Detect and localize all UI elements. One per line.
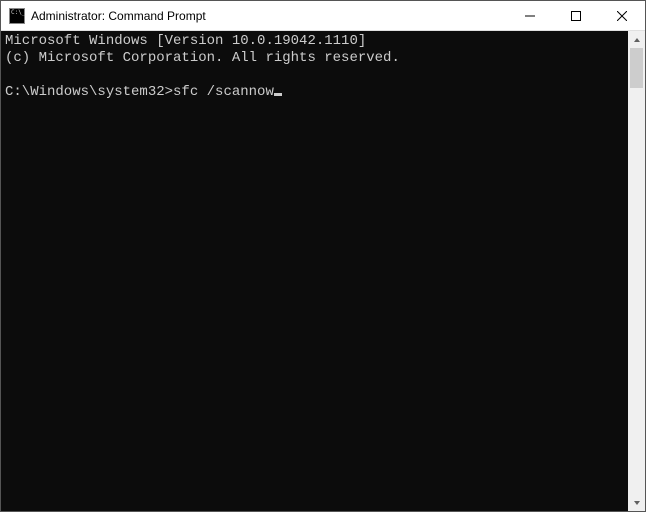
scroll-up-button[interactable] bbox=[628, 31, 645, 48]
close-icon bbox=[617, 11, 627, 21]
terminal-output[interactable]: Microsoft Windows [Version 10.0.19042.11… bbox=[1, 31, 628, 511]
titlebar[interactable]: Administrator: Command Prompt bbox=[1, 1, 645, 31]
scrollbar-track[interactable] bbox=[628, 48, 645, 494]
vertical-scrollbar[interactable] bbox=[628, 31, 645, 511]
copyright-line: (c) Microsoft Corporation. All rights re… bbox=[5, 50, 400, 66]
scrollbar-thumb[interactable] bbox=[630, 48, 643, 88]
prompt-text: C:\Windows\system32> bbox=[5, 84, 173, 100]
maximize-icon bbox=[571, 11, 581, 21]
window-controls bbox=[507, 1, 645, 30]
minimize-icon bbox=[525, 11, 535, 21]
scroll-down-button[interactable] bbox=[628, 494, 645, 511]
terminal-container: Microsoft Windows [Version 10.0.19042.11… bbox=[1, 31, 645, 511]
chevron-up-icon bbox=[633, 36, 641, 44]
chevron-down-icon bbox=[633, 499, 641, 507]
cmd-app-icon bbox=[9, 8, 25, 24]
close-button[interactable] bbox=[599, 1, 645, 30]
maximize-button[interactable] bbox=[553, 1, 599, 30]
minimize-button[interactable] bbox=[507, 1, 553, 30]
window-title: Administrator: Command Prompt bbox=[31, 9, 507, 23]
text-cursor bbox=[274, 93, 282, 96]
command-input[interactable]: sfc /scannow bbox=[173, 84, 274, 100]
version-line: Microsoft Windows [Version 10.0.19042.11… bbox=[5, 33, 366, 49]
